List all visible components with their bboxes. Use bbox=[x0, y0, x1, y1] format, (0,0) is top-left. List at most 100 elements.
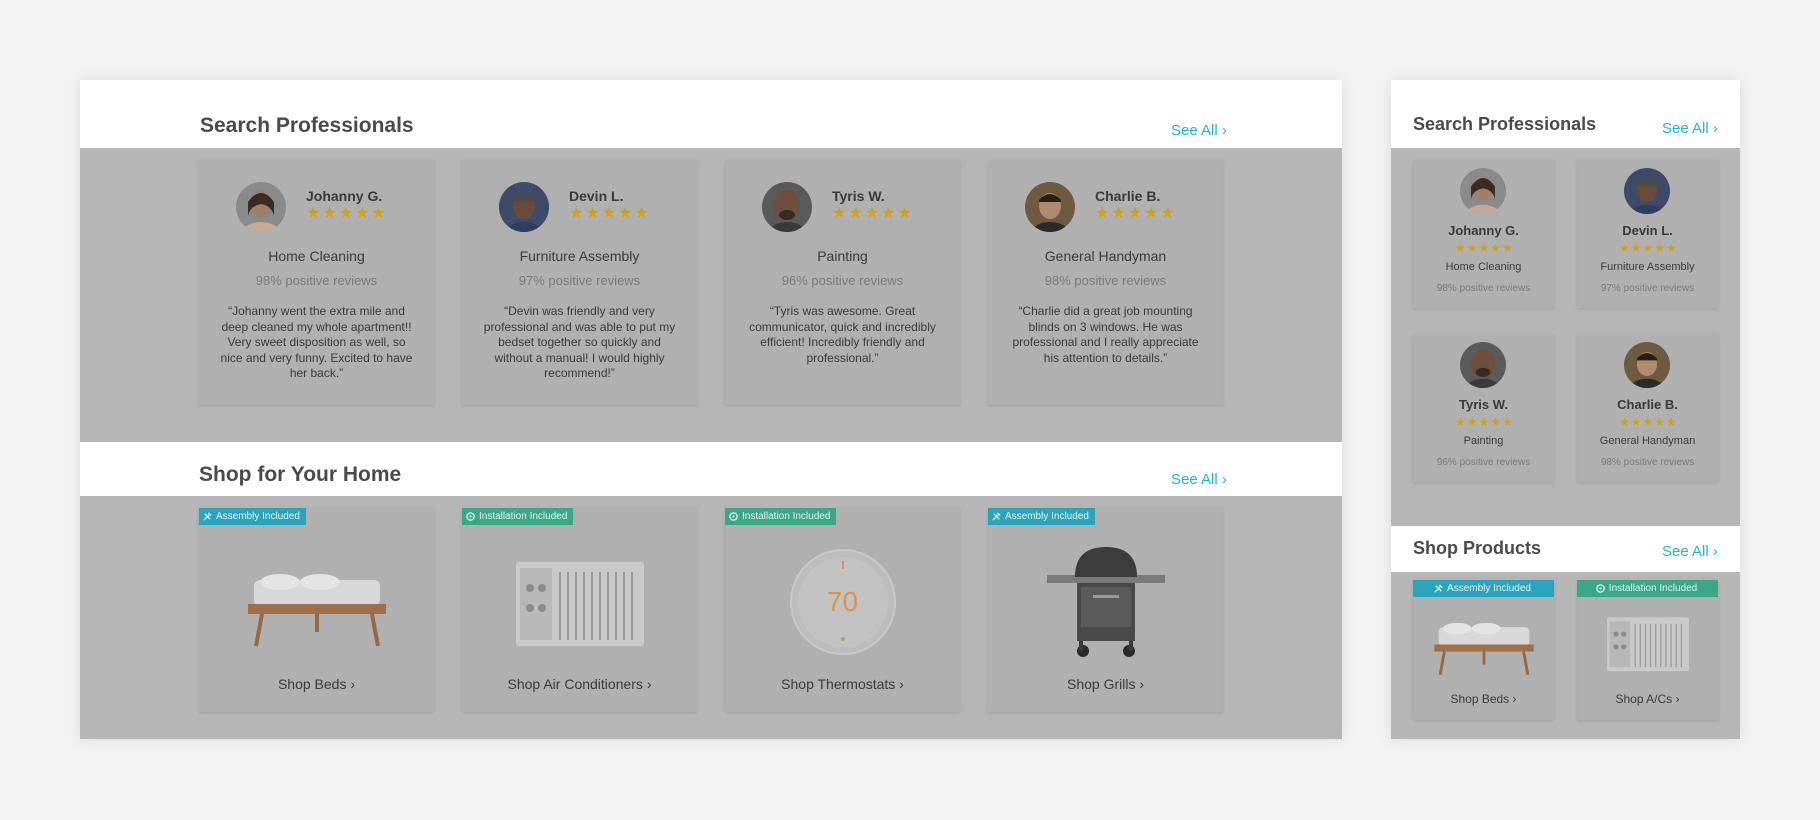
pro-service: Furniture Assembly bbox=[1600, 261, 1695, 273]
shop-home-header: Shop for Your Home See All › bbox=[80, 442, 1342, 496]
star-icon: ★ bbox=[618, 205, 633, 222]
pro-service: General Handyman bbox=[1599, 435, 1696, 447]
pro-card[interactable]: Johanny G. ★ ★ ★ ★ ★ Home Cleaning 98% posit… bbox=[1413, 160, 1554, 308]
star-icon: ★ bbox=[322, 205, 337, 222]
pro-card[interactable]: Charlie B. ★ ★ ★ ★ ★ General Handyman 98% po… bbox=[1577, 334, 1718, 482]
star-icon: ★ bbox=[1144, 205, 1159, 222]
pro-name: Devin L. bbox=[569, 188, 624, 204]
product-card[interactable]: Installation Included Shop Air Condition… bbox=[462, 508, 697, 712]
pro-card[interactable]: Tyris W. ★ ★ ★ ★ ★ Painting 96% positive rev… bbox=[725, 160, 960, 405]
see-all-link[interactable]: See All › bbox=[1662, 120, 1718, 137]
shop-thermostats-link[interactable]: Shop Thermostats › bbox=[725, 676, 960, 692]
product-card[interactable]: Assembly Included Shop Beds › bbox=[199, 508, 434, 712]
pro-name: Devin L. bbox=[1622, 223, 1673, 238]
star-rating: ★ ★ ★ ★ ★ bbox=[306, 206, 386, 222]
gear-icon bbox=[466, 512, 475, 521]
pro-reviews: 98% positive reviews bbox=[1600, 457, 1695, 468]
shop-air-conditioners-link[interactable]: Shop Air Conditioners › bbox=[462, 676, 697, 692]
pro-service: General Handyman bbox=[1044, 248, 1167, 264]
product-card[interactable]: Assembly Included Shop Beds › bbox=[1413, 580, 1554, 720]
assembly-badge: Assembly Included bbox=[199, 508, 306, 525]
pro-reviews: 96% positive reviews bbox=[781, 273, 904, 288]
pro-reviews: 97% positive reviews bbox=[518, 273, 641, 288]
star-rating: ★ ★ ★ ★ ★ bbox=[1455, 242, 1513, 254]
search-professionals-header: Search Professionals See All › bbox=[1391, 80, 1740, 148]
mobile-frame: Search Professionals See All › Johanny G… bbox=[1391, 80, 1740, 739]
pro-reviews: 98% positive reviews bbox=[255, 273, 378, 288]
star-icon: ★ bbox=[848, 205, 863, 222]
shop-beds-link[interactable]: Shop Beds › bbox=[1413, 692, 1554, 706]
thermostat-image: 70 bbox=[725, 532, 960, 672]
star-icon: ★ bbox=[1466, 415, 1478, 429]
pro-reviews: 97% positive reviews bbox=[1600, 283, 1695, 294]
avatar bbox=[1460, 342, 1506, 388]
star-icon: ★ bbox=[1455, 415, 1466, 429]
gear-icon bbox=[1595, 584, 1605, 593]
star-icon: ★ bbox=[1666, 241, 1677, 255]
pro-quote: “Devin was friendly and very professiona… bbox=[483, 304, 676, 380]
star-icon: ★ bbox=[832, 205, 847, 222]
pro-card[interactable]: Devin L. ★ ★ ★ ★ ★ Furniture Assembly 97% po… bbox=[462, 160, 697, 405]
star-icon: ★ bbox=[1666, 415, 1677, 429]
avatar bbox=[1460, 168, 1506, 214]
gear-icon bbox=[729, 512, 738, 521]
pro-service: Home Cleaning bbox=[1445, 261, 1522, 273]
star-icon: ★ bbox=[864, 205, 880, 222]
pro-name: Charlie B. bbox=[1095, 188, 1161, 204]
star-icon: ★ bbox=[338, 205, 354, 222]
pro-name: Tyris W. bbox=[832, 188, 885, 204]
star-icon: ★ bbox=[1095, 205, 1110, 222]
star-icon: ★ bbox=[1619, 241, 1630, 255]
star-icon: ★ bbox=[1654, 241, 1666, 255]
tools-icon bbox=[992, 512, 1001, 521]
star-icon: ★ bbox=[569, 205, 584, 222]
star-rating: ★ ★ ★ ★ ★ bbox=[1095, 206, 1175, 222]
pro-quote: “Johanny went the extra mile and deep cl… bbox=[220, 304, 413, 380]
pro-card[interactable]: Devin L. ★ ★ ★ ★ ★ Furniture Assembly 97% po… bbox=[1577, 160, 1718, 308]
pro-name: Johanny G. bbox=[306, 188, 383, 204]
section-title: Shop Products bbox=[1413, 538, 1542, 558]
bed-image bbox=[1413, 600, 1554, 686]
pro-card[interactable]: Johanny G. ★ ★ ★ ★ ★ Home Cleaning 98% posit… bbox=[199, 160, 434, 405]
product-card[interactable]: Assembly Included Shop Grills › bbox=[988, 508, 1223, 712]
star-icon: ★ bbox=[1478, 415, 1490, 429]
pro-reviews: 98% positive reviews bbox=[1436, 283, 1531, 294]
star-icon: ★ bbox=[1490, 241, 1502, 255]
star-rating: ★ ★ ★ ★ ★ bbox=[1455, 416, 1513, 428]
star-icon: ★ bbox=[585, 205, 600, 222]
star-icon: ★ bbox=[1642, 241, 1654, 255]
star-icon: ★ bbox=[371, 205, 386, 222]
pro-card[interactable]: Tyris W. ★ ★ ★ ★ ★ Painting 96% positive rev… bbox=[1413, 334, 1554, 482]
grill-image bbox=[988, 532, 1223, 672]
shop-acs-link[interactable]: Shop A/Cs › bbox=[1577, 692, 1718, 706]
star-icon: ★ bbox=[1502, 415, 1513, 429]
product-card[interactable]: Installation Included Shop A/Cs › bbox=[1577, 580, 1718, 720]
shop-beds-link[interactable]: Shop Beds › bbox=[199, 676, 434, 692]
see-all-link[interactable]: See All › bbox=[1171, 471, 1227, 488]
star-icon: ★ bbox=[1630, 415, 1642, 429]
installation-badge: Installation Included bbox=[462, 508, 574, 525]
star-icon: ★ bbox=[1478, 241, 1490, 255]
product-card[interactable]: Installation Included 70 Shop Thermostat… bbox=[725, 508, 960, 712]
search-professionals-header: Search Professionals See All › bbox=[80, 80, 1342, 148]
pro-service: Painting bbox=[817, 248, 868, 264]
shop-grills-link[interactable]: Shop Grills › bbox=[988, 676, 1223, 692]
tools-icon bbox=[1434, 584, 1443, 593]
star-icon: ★ bbox=[1466, 241, 1478, 255]
star-icon: ★ bbox=[1502, 241, 1513, 255]
pro-reviews: 98% positive reviews bbox=[1044, 273, 1167, 288]
pro-card[interactable]: Charlie B. ★ ★ ★ ★ ★ General Handyman 98% po… bbox=[988, 160, 1223, 405]
see-all-link[interactable]: See All › bbox=[1662, 543, 1718, 560]
star-rating: ★ ★ ★ ★ ★ bbox=[1619, 416, 1677, 428]
star-icon: ★ bbox=[1160, 205, 1175, 222]
star-rating: ★ ★ ★ ★ ★ bbox=[569, 206, 649, 222]
see-all-link[interactable]: See All › bbox=[1171, 122, 1227, 139]
air-conditioner-image bbox=[462, 532, 697, 672]
pro-name: Charlie B. bbox=[1617, 397, 1678, 412]
assembly-badge: Assembly Included bbox=[1413, 580, 1554, 597]
section-title: Search Professionals bbox=[200, 114, 414, 137]
section-title: Shop for Your Home bbox=[199, 463, 402, 486]
star-icon: ★ bbox=[601, 205, 617, 222]
avatar bbox=[1624, 342, 1670, 388]
star-icon: ★ bbox=[634, 205, 649, 222]
